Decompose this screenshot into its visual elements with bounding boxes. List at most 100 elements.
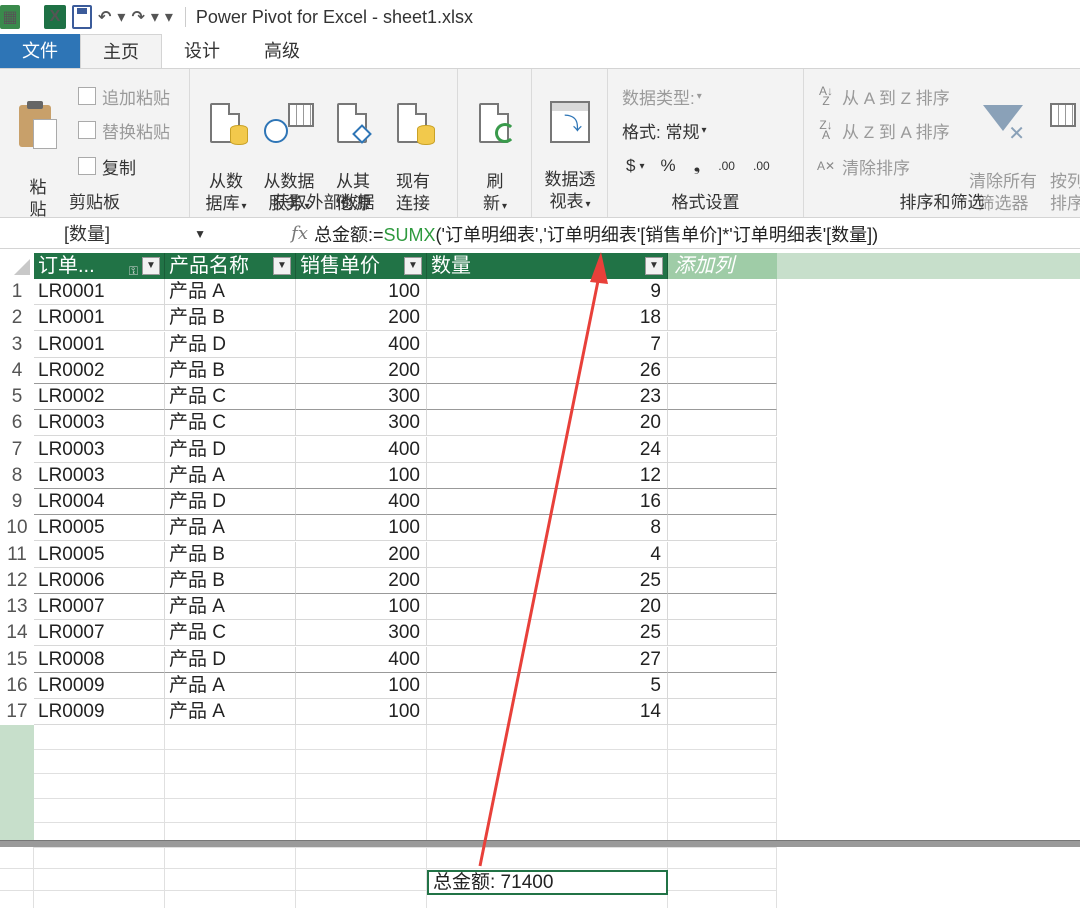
table-row[interactable]: 9 LR0004 产品 D 400 16 xyxy=(0,489,1080,515)
table-cell[interactable] xyxy=(668,331,777,358)
table-cell[interactable]: LR0005 xyxy=(34,515,165,542)
row-number[interactable]: 13 xyxy=(0,594,34,620)
customize-qat-icon[interactable]: ▾ xyxy=(165,5,173,29)
table-cell[interactable]: LR0007 xyxy=(34,594,165,620)
table-cell[interactable] xyxy=(668,436,777,463)
row-number[interactable]: 12 xyxy=(0,568,34,594)
table-cell[interactable]: 产品 A xyxy=(165,699,296,725)
fx-icon[interactable]: fx xyxy=(214,223,314,244)
table-cell[interactable]: 24 xyxy=(427,436,668,463)
table-cell[interactable] xyxy=(668,699,777,725)
table-cell[interactable] xyxy=(668,305,777,332)
empty-cell[interactable] xyxy=(668,774,777,799)
table-cell[interactable]: LR0001 xyxy=(34,279,165,305)
table-cell[interactable]: 4 xyxy=(427,541,668,568)
tab-file[interactable]: 文件 xyxy=(0,34,80,68)
calc-area-cell[interactable] xyxy=(296,869,427,891)
empty-cell[interactable] xyxy=(165,798,296,824)
row-number[interactable]: 15 xyxy=(0,647,34,673)
empty-cell[interactable] xyxy=(296,774,427,799)
table-cell[interactable]: 产品 D xyxy=(165,489,296,515)
calc-area-cell[interactable] xyxy=(34,847,165,869)
table-cell[interactable]: 产品 A xyxy=(165,594,296,620)
formula-input[interactable]: 总金额:=SUMX('订单明细表','订单明细表'[销售单价]*'订单明细表'[… xyxy=(314,221,878,247)
row-number[interactable]: 2 xyxy=(0,305,34,331)
table-cell[interactable]: 产品 B xyxy=(165,541,296,568)
table-row[interactable]: 13 LR0007 产品 A 100 20 xyxy=(0,594,1080,620)
table-cell[interactable]: 产品 A xyxy=(165,515,296,542)
row-number[interactable]: 4 xyxy=(0,358,34,384)
table-cell[interactable]: 18 xyxy=(427,305,668,332)
tab-home[interactable]: 主页 xyxy=(80,34,162,69)
table-row[interactable]: 12 LR0006 产品 B 200 25 xyxy=(0,567,1080,594)
table-cell[interactable]: 100 xyxy=(296,699,427,725)
table-cell[interactable]: 27 xyxy=(427,646,668,673)
table-cell[interactable] xyxy=(668,620,777,647)
empty-cell[interactable] xyxy=(427,725,668,750)
excel-icon[interactable]: X xyxy=(44,5,66,29)
table-row[interactable]: 17 LR0009 产品 A 100 14 xyxy=(0,699,1080,725)
row-number[interactable]: 17 xyxy=(0,699,34,725)
sort-asc-button[interactable]: A↓ Z 从 A 到 Z 排序 xyxy=(816,83,950,109)
undo-icon[interactable]: ↶ xyxy=(98,5,111,29)
table-cell[interactable]: 9 xyxy=(427,279,668,305)
table-cell[interactable]: 25 xyxy=(427,620,668,647)
table-cell[interactable]: 产品 B xyxy=(165,357,296,384)
empty-cell[interactable] xyxy=(296,749,427,775)
table-cell[interactable]: 20 xyxy=(427,594,668,620)
table-cell[interactable]: 16 xyxy=(427,489,668,515)
empty-cell[interactable] xyxy=(427,774,668,799)
table-row[interactable]: 3 LR0001 产品 D 400 7 xyxy=(0,331,1080,358)
calc-area-cell[interactable] xyxy=(296,847,427,869)
redo-icon[interactable]: ↷ xyxy=(131,5,144,29)
table-cell[interactable] xyxy=(668,462,777,489)
calc-area-cell[interactable] xyxy=(668,847,777,869)
table-cell[interactable]: 400 xyxy=(296,646,427,673)
table-cell[interactable]: 14 xyxy=(427,699,668,725)
calc-area-cell[interactable] xyxy=(165,847,296,869)
table-cell[interactable]: 产品 D xyxy=(165,436,296,463)
table-row[interactable]: 5 LR0002 产品 C 300 23 xyxy=(0,384,1080,410)
table-cell[interactable]: 7 xyxy=(427,331,668,358)
table-cell[interactable] xyxy=(668,541,777,568)
table-row[interactable]: 7 LR0003 产品 D 400 24 xyxy=(0,436,1080,463)
table-cell[interactable]: 400 xyxy=(296,331,427,358)
increase-decimal-button[interactable]: .00 xyxy=(718,159,735,173)
empty-cell[interactable] xyxy=(668,725,777,750)
calc-area-cell[interactable] xyxy=(668,869,777,891)
currency-caret-icon[interactable]: ▾ xyxy=(639,161,644,172)
calc-area-cell[interactable] xyxy=(0,869,34,891)
calc-area-cell[interactable] xyxy=(0,847,34,869)
table-row[interactable]: 8 LR0003 产品 A 100 12 xyxy=(0,462,1080,489)
pivot-table-button[interactable]: 数据透 视表▾ xyxy=(538,79,602,216)
empty-cell[interactable] xyxy=(668,749,777,775)
refresh-button[interactable]: 刷 新 ▾ xyxy=(470,79,520,218)
tab-design[interactable]: 设计 xyxy=(162,34,242,68)
table-cell[interactable]: 300 xyxy=(296,620,427,647)
table-cell[interactable]: 产品 B xyxy=(165,567,296,594)
empty-cell[interactable] xyxy=(296,798,427,824)
empty-cell[interactable] xyxy=(34,798,165,824)
table-cell[interactable]: 产品 A xyxy=(165,672,296,699)
currency-button[interactable]: $ xyxy=(626,156,635,176)
table-cell[interactable]: LR0002 xyxy=(34,384,165,410)
filter-dropdown-icon[interactable]: ▼ xyxy=(645,257,663,275)
table-cell[interactable]: 5 xyxy=(427,672,668,699)
table-cell[interactable]: 26 xyxy=(427,357,668,384)
table-cell[interactable]: 400 xyxy=(296,436,427,463)
row-number[interactable]: 10 xyxy=(0,515,34,541)
table-cell[interactable]: LR0003 xyxy=(34,410,165,437)
table-cell[interactable] xyxy=(668,672,777,699)
row-number[interactable]: 9 xyxy=(0,489,34,515)
table-cell[interactable]: LR0005 xyxy=(34,541,165,568)
percent-button[interactable]: % xyxy=(661,156,676,176)
table-cell[interactable]: 产品 C xyxy=(165,620,296,647)
filter-dropdown-icon[interactable]: ▼ xyxy=(404,257,422,275)
table-cell[interactable]: 产品 C xyxy=(165,410,296,437)
table-cell[interactable]: 300 xyxy=(296,410,427,437)
column-header-unit-price[interactable]: 销售单价 ▼ xyxy=(296,253,427,279)
clear-sort-button[interactable]: A✕ 清除排序 xyxy=(816,153,910,179)
table-row[interactable]: 4 LR0002 产品 B 200 26 xyxy=(0,357,1080,384)
empty-cell[interactable] xyxy=(427,798,668,824)
empty-cell[interactable] xyxy=(34,725,165,750)
